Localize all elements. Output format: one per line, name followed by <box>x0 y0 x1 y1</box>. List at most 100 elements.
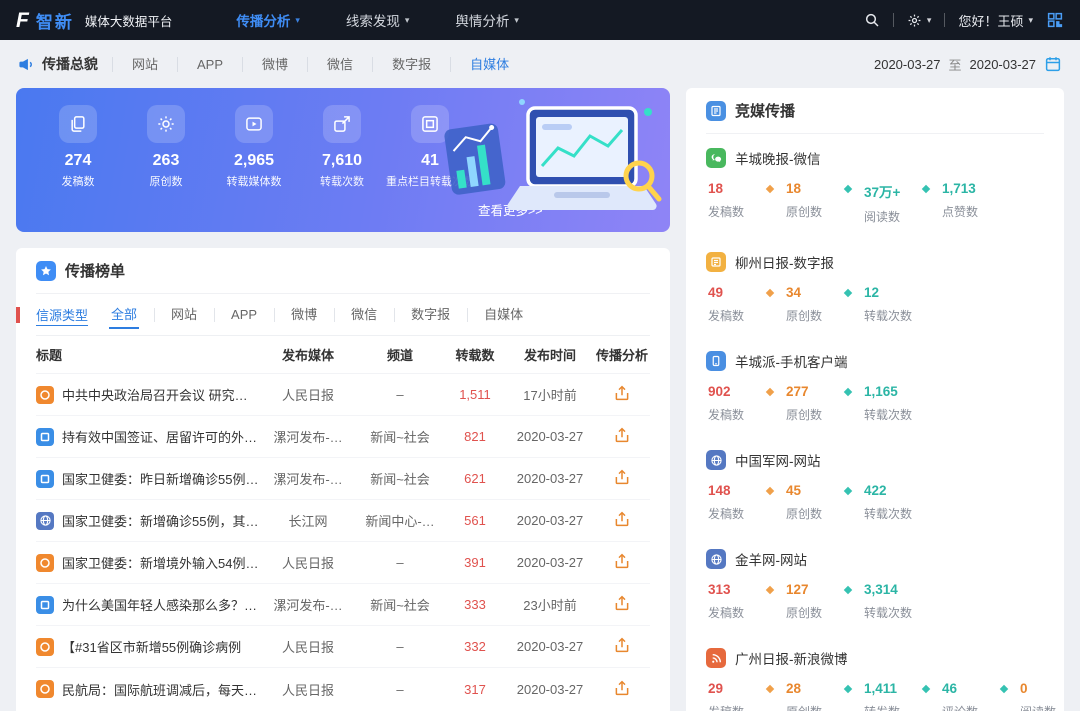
qr-code-icon[interactable] <box>1046 11 1064 29</box>
spread-analysis-button[interactable] <box>613 510 631 528</box>
nav-item-2[interactable]: 线索发现 ▾ <box>346 10 410 30</box>
stat-label: 发稿数 <box>708 203 758 220</box>
article-title[interactable]: 持有效中国签证、居留许可的外… <box>36 427 260 446</box>
channel: 新闻~社会 <box>356 427 444 446</box>
divider <box>944 13 945 27</box>
nav-item-label: 线索发现 <box>346 10 400 30</box>
wechat-icon <box>706 148 726 168</box>
ranking-tab-全部[interactable]: 全部 <box>94 294 154 336</box>
competitor-name: 广州日报-新浪微博 <box>735 648 848 668</box>
competitor-media: 羊城晚报-微信 <box>706 148 1044 168</box>
stat-value: 0 <box>1020 681 1070 696</box>
table-row[interactable]: 【#31省区市新增55例确诊病例人民日报–3322020-03-27 <box>36 626 650 668</box>
publish-time: 23小时前 <box>506 595 594 614</box>
filter-label[interactable]: 信源类型 <box>36 305 88 324</box>
table-body: 中共中央政治局召开会议 研究部署人民日报–1,51117小时前持有效中国签证、居… <box>36 374 650 710</box>
competitor-stats: 29发稿数28原创数1,411转发数46评论数0阅读数 <box>706 681 1044 711</box>
publish-time: 17小时前 <box>506 385 594 404</box>
spread-analysis-button[interactable] <box>613 384 631 402</box>
date-from[interactable]: 2020-03-27 <box>874 57 941 72</box>
competitor-stat: 313发稿数 <box>708 582 758 621</box>
settings-menu[interactable]: ▾ <box>907 13 932 28</box>
article-title-text: 民航局：国际航班调减后，每天… <box>62 680 257 699</box>
publish-media: 长江网 <box>260 511 356 530</box>
calendar-icon[interactable] <box>1044 55 1062 73</box>
ranking-tab-数字报[interactable]: 数字报 <box>394 294 467 336</box>
table-row[interactable]: 国家卫健委：新增确诊55例，其…长江网新闻中心-…5612020-03-27 <box>36 500 650 542</box>
tab-微信[interactable]: 微信 <box>307 57 372 72</box>
stat-label: 阅读数 <box>1020 703 1070 711</box>
tab-网站[interactable]: 网站 <box>112 57 177 72</box>
user-greeting: 您好！王硕 <box>958 11 1023 30</box>
left-column: 274发稿数263原创数2,965转载媒体数7,610转载次数41重点栏目转载次… <box>16 88 670 711</box>
channel: – <box>356 639 444 654</box>
stat-label: 转载媒体数 <box>210 175 298 189</box>
publish-media: 漯河发布-… <box>260 595 356 614</box>
diamond-separator-icon <box>844 388 852 396</box>
stat-label: 阅读数 <box>864 208 914 225</box>
diamond-separator-icon <box>766 388 774 396</box>
stat-value: 263 <box>122 152 210 170</box>
spread-analysis-button[interactable] <box>613 552 631 570</box>
article-title[interactable]: 国家卫健委：昨日新增确诊55例… <box>36 469 260 488</box>
article-title[interactable]: 国家卫健委：新增境外输入54例… <box>36 553 260 572</box>
article-title[interactable]: 【#31省区市新增55例确诊病例 <box>36 637 260 656</box>
channel: – <box>356 682 444 697</box>
tab-自媒体[interactable]: 自媒体 <box>450 57 528 72</box>
chevron-down-icon: ▾ <box>405 15 410 26</box>
nav-item-label: 传播分析 <box>236 10 290 30</box>
table-header: 标题发布媒体频道转载数发布时间传播分析 <box>36 336 650 374</box>
gear-icon <box>907 13 922 28</box>
date-to[interactable]: 2020-03-27 <box>970 57 1037 72</box>
table-row[interactable]: 国家卫健委：新增境外输入54例…人民日报–3912020-03-27 <box>36 542 650 584</box>
tab-数字报[interactable]: 数字报 <box>372 57 450 72</box>
banner-stats: 274发稿数263原创数2,965转载媒体数7,610转载次数41重点栏目转载次… <box>34 105 652 189</box>
chevron-down-icon: ▾ <box>514 15 519 26</box>
stat-label: 原创数 <box>786 604 836 621</box>
search-icon[interactable] <box>864 12 880 28</box>
ranking-tab-微信[interactable]: 微信 <box>334 294 394 336</box>
stat-value: 49 <box>708 285 758 300</box>
see-more-link[interactable]: 查看更多>> <box>478 200 543 219</box>
tab-overview[interactable]: 传播总貌 <box>18 54 98 74</box>
article-title[interactable]: 中共中央政治局召开会议 研究部署 <box>36 385 260 404</box>
spread-analysis-button[interactable] <box>613 636 631 654</box>
navbar-right: ▾ 您好！王硕 ▾ <box>864 11 1064 30</box>
ranking-tab-网站[interactable]: 网站 <box>154 294 214 336</box>
competitor-stat: 127原创数 <box>786 582 836 621</box>
nav-item-3[interactable]: 舆情分析▾ <box>455 10 519 30</box>
diamond-separator-icon <box>922 185 930 193</box>
spread-analysis-button[interactable] <box>613 679 631 697</box>
nav-item-1[interactable]: 传播分析▾ <box>236 10 300 30</box>
website-icon <box>706 450 726 470</box>
table-row[interactable]: 国家卫健委：昨日新增确诊55例…漯河发布-…新闻~社会6212020-03-27 <box>36 458 650 500</box>
tab-微博[interactable]: 微博 <box>242 57 307 72</box>
article-title[interactable]: 国家卫健委：新增确诊55例，其… <box>36 511 260 530</box>
table-row[interactable]: 民航局：国际航班调减后，每天…人民日报–3172020-03-27 <box>36 668 650 710</box>
stat-label: 发稿数 <box>34 175 122 189</box>
diamond-separator-icon <box>844 185 852 193</box>
people-daily-icon <box>36 638 54 656</box>
digital-paper-icon <box>706 252 726 272</box>
tab-APP[interactable]: APP <box>177 57 242 72</box>
ranking-tab-微博[interactable]: 微博 <box>274 294 334 336</box>
table-row[interactable]: 为什么美国年轻人感染那么多？…漯河发布-…新闻~社会33323小时前 <box>36 584 650 626</box>
table-row[interactable]: 持有效中国签证、居留许可的外…漯河发布-…新闻~社会8212020-03-27 <box>36 416 650 458</box>
spread-analysis-button[interactable] <box>613 468 631 486</box>
spread-analysis-button[interactable] <box>613 594 631 612</box>
article-title[interactable]: 民航局：国际航班调减后，每天… <box>36 680 260 699</box>
table-row[interactable]: 中共中央政治局召开会议 研究部署人民日报–1,51117小时前 <box>36 374 650 416</box>
ranking-tab-自媒体[interactable]: 自媒体 <box>467 294 540 336</box>
banner-stat: 7,610转载次数 <box>298 105 386 189</box>
competitor-media: 广州日报-新浪微博 <box>706 648 1044 668</box>
competitor-stat: 902发稿数 <box>708 384 758 423</box>
stat-label: 点赞数 <box>942 203 992 220</box>
spread-analysis-button[interactable] <box>613 426 631 444</box>
stat-value: 28 <box>786 681 836 696</box>
platform-name: 媒体大数据平台 <box>85 11 173 30</box>
banner-stat: 274发稿数 <box>34 105 122 189</box>
ranking-tab-APP[interactable]: APP <box>214 294 274 336</box>
stat-value: 2,965 <box>210 152 298 170</box>
user-menu[interactable]: 您好！王硕 ▾ <box>958 11 1033 30</box>
article-title[interactable]: 为什么美国年轻人感染那么多？… <box>36 595 260 614</box>
